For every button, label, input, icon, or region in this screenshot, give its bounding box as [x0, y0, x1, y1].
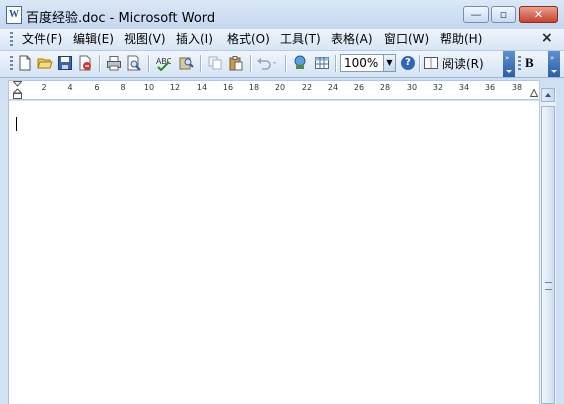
toolbar-separator — [419, 55, 421, 72]
ruler-tick-label: 16 — [222, 83, 234, 92]
ruler-tick-label: 20 — [274, 83, 286, 92]
bold-button[interactable]: B — [525, 55, 534, 71]
document-close-button[interactable]: × — [541, 30, 553, 46]
horizontal-ruler[interactable]: 2 4 6 8 10 12 14 16 18 20 22 24 26 28 30… — [8, 80, 540, 100]
close-button[interactable]: ✕ — [519, 6, 558, 23]
ruler-tick-label: 2 — [41, 83, 47, 92]
ruler-tick-label: 30 — [406, 83, 418, 92]
menu-edit[interactable]: 编辑(E) — [73, 32, 114, 47]
book-icon — [424, 57, 438, 69]
ruler-tick-label: 36 — [484, 83, 496, 92]
text-cursor — [16, 117, 17, 131]
ruler-tick-label: 14 — [196, 83, 208, 92]
ruler-tick-label: 8 — [120, 83, 126, 92]
window-title: 百度经验.doc - Microsoft Word — [26, 11, 216, 26]
ruler-tick-label: 18 — [248, 83, 260, 92]
svg-text:ABC: ABC — [156, 57, 171, 66]
menu-help[interactable]: 帮助(H) — [440, 32, 482, 47]
ruler-tick-label: 6 — [94, 83, 100, 92]
zoom-input[interactable]: 100% — [340, 54, 384, 72]
ruler-tick-label: 24 — [327, 83, 339, 92]
ruler-tick-label: 32 — [432, 83, 444, 92]
scroll-up-button[interactable] — [541, 88, 555, 102]
menu-file[interactable]: 文件(F) — [22, 32, 62, 47]
vertical-scrollbar[interactable] — [539, 88, 557, 404]
ruler-tick-label: 22 — [301, 83, 313, 92]
standard-toolbar: ABC 100% ▼ ? 阅读(R) » B » — [0, 51, 564, 78]
ruler-tick-label: 12 — [169, 83, 181, 92]
maximize-button[interactable]: ▫ — [491, 6, 516, 23]
minimize-button[interactable]: — — [463, 6, 489, 23]
menu-window[interactable]: 窗口(W) — [384, 32, 429, 47]
ruler-tick-label: 38 — [511, 83, 523, 92]
formatting-toolbar-options-button[interactable]: » — [548, 51, 560, 77]
menu-format[interactable]: 格式(O) — [227, 32, 270, 47]
window-right-frame — [556, 88, 564, 404]
read-mode-button[interactable]: 阅读(R) — [424, 55, 484, 72]
ruler-tick-label: 28 — [379, 83, 391, 92]
toolbar-separator — [250, 55, 252, 72]
toolbar-options-button[interactable]: » — [503, 51, 515, 77]
vertical-ruler — [0, 100, 9, 404]
right-indent-marker[interactable] — [530, 89, 538, 97]
document-page[interactable] — [9, 101, 539, 404]
toolbar-separator — [99, 55, 101, 72]
ruler-tick-label: 34 — [458, 83, 470, 92]
ruler-tick-label: 26 — [353, 83, 365, 92]
menu-tools[interactable]: 工具(T) — [280, 32, 321, 47]
zoom-dropdown-arrow[interactable]: ▼ — [384, 54, 396, 72]
paste-icon[interactable] — [228, 55, 244, 71]
toolbar-separator — [200, 55, 202, 72]
undo-icon[interactable] — [256, 55, 278, 71]
menu-view[interactable]: 视图(V) — [124, 32, 166, 47]
new-document-icon[interactable] — [17, 55, 33, 71]
spelling-icon[interactable]: ABC — [155, 55, 173, 72]
toolbar-separator — [285, 55, 287, 72]
left-indent-marker[interactable] — [13, 81, 22, 99]
menu-insert[interactable]: 插入(I) — [176, 32, 213, 47]
save-icon[interactable] — [57, 55, 73, 71]
menu-grip-handle[interactable] — [10, 32, 13, 47]
menu-bar: 文件(F) 编辑(E) 视图(V) 插入(I) 格式(O) 工具(T) 表格(A… — [0, 29, 564, 51]
print-icon[interactable] — [106, 55, 122, 71]
hyperlink-icon[interactable] — [292, 55, 308, 71]
help-icon[interactable]: ? — [401, 56, 415, 70]
toolbar-separator — [148, 55, 150, 72]
print-preview-icon[interactable] — [126, 55, 142, 71]
table-icon[interactable] — [314, 55, 330, 71]
copy-icon[interactable] — [207, 55, 223, 71]
read-mode-label: 阅读(R) — [442, 57, 484, 71]
open-icon[interactable] — [37, 55, 53, 71]
formatting-toolbar-grip[interactable] — [518, 56, 521, 72]
toolbar-separator — [335, 55, 337, 72]
scrollbar-grip-icon — [545, 282, 552, 290]
word-app-icon[interactable]: W — [6, 6, 22, 24]
research-icon[interactable] — [178, 55, 194, 71]
scrollbar-thumb[interactable] — [541, 106, 555, 404]
menu-table[interactable]: 表格(A) — [331, 32, 373, 47]
svg-text:»: » — [550, 54, 554, 62]
title-bar[interactable]: W 百度经验.doc - Microsoft Word — ▫ ✕ — [0, 0, 564, 30]
svg-text:»: » — [505, 54, 509, 62]
ruler-tick-label: 10 — [143, 83, 155, 92]
permission-icon[interactable] — [77, 55, 93, 71]
ruler-tick-label: 4 — [67, 83, 73, 92]
toolbar-grip-handle[interactable] — [10, 56, 13, 72]
